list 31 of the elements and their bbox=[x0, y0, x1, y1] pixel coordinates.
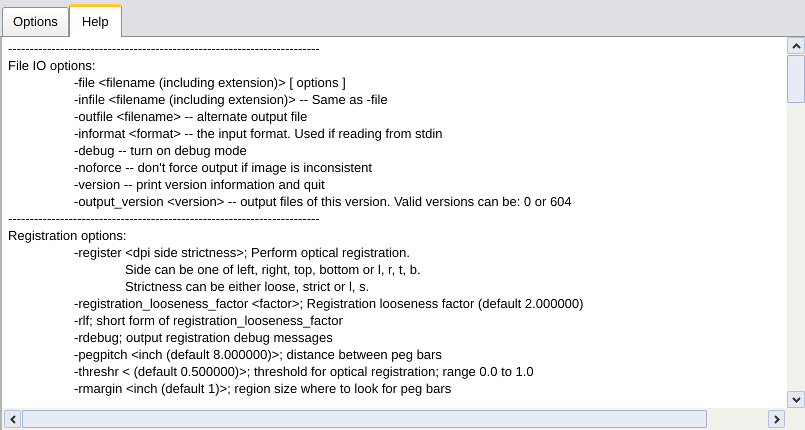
horizontal-scrollbar[interactable] bbox=[2, 408, 805, 430]
scroll-left-icon[interactable] bbox=[4, 410, 21, 428]
help-line: -registration_looseness_factor <factor>; Registration looseness factor (default 2.000000) bbox=[74, 296, 584, 311]
scroll-thumb[interactable] bbox=[787, 55, 805, 103]
scroll-up-icon[interactable] bbox=[787, 37, 805, 54]
help-line: -informat <format> -- the input format. Used if reading from stdin bbox=[74, 126, 442, 141]
scroll-right-icon[interactable] bbox=[768, 410, 785, 428]
help-line: -rdebug; output registration debug messages bbox=[74, 330, 333, 345]
vertical-scrollbar[interactable] bbox=[787, 37, 805, 408]
help-line: -output_version <version> -- output files of this version. Valid versions can be: 0 or 604 bbox=[74, 194, 572, 209]
help-line: -outfile <filename> -- alternate output file bbox=[74, 109, 308, 124]
help-line: -pegpitch <inch (default 8.000000)>; distance between peg bars bbox=[74, 347, 442, 362]
scroll-thumb[interactable] bbox=[22, 410, 707, 428]
help-line: -rmargin <inch (default 1)>; region size where to look for peg bars bbox=[74, 381, 452, 396]
separator-line: ------------------------------------------------------------------------ bbox=[8, 211, 320, 226]
help-line: Side can be one of left, right, top, bottom or l, r, t, b. bbox=[125, 262, 421, 277]
help-line: Strictness can be either loose, strict or l, s. bbox=[125, 279, 370, 294]
scroll-down-icon[interactable] bbox=[787, 391, 805, 408]
help-line: -register <dpi side strictness>; Perform optical registration. bbox=[74, 245, 410, 260]
help-line: -threshr < (default 0.500000)>; threshold for optical registration; range 0.0 to 1.0 bbox=[74, 364, 534, 379]
help-line: -version -- print version information and quit bbox=[74, 177, 325, 192]
help-line: -debug -- turn on debug mode bbox=[74, 143, 247, 158]
tab[interactable]: Help bbox=[68, 4, 122, 37]
help-line: -infile <filename (including extension)> -- Same as -file bbox=[74, 92, 388, 107]
separator-line: ------------------------------------------------------------------------ bbox=[8, 41, 320, 56]
section-heading: File IO options: bbox=[8, 58, 96, 73]
help-line: -noforce -- don't force output if image is inconsistent bbox=[74, 160, 372, 175]
help-line: -file <filename (including extension)> [ options ] bbox=[74, 75, 346, 90]
help-line: -rlf; short form of registration_looseness_factor bbox=[74, 313, 343, 328]
tab[interactable]: Options bbox=[2, 7, 69, 36]
section-heading: Registration options: bbox=[8, 228, 127, 243]
